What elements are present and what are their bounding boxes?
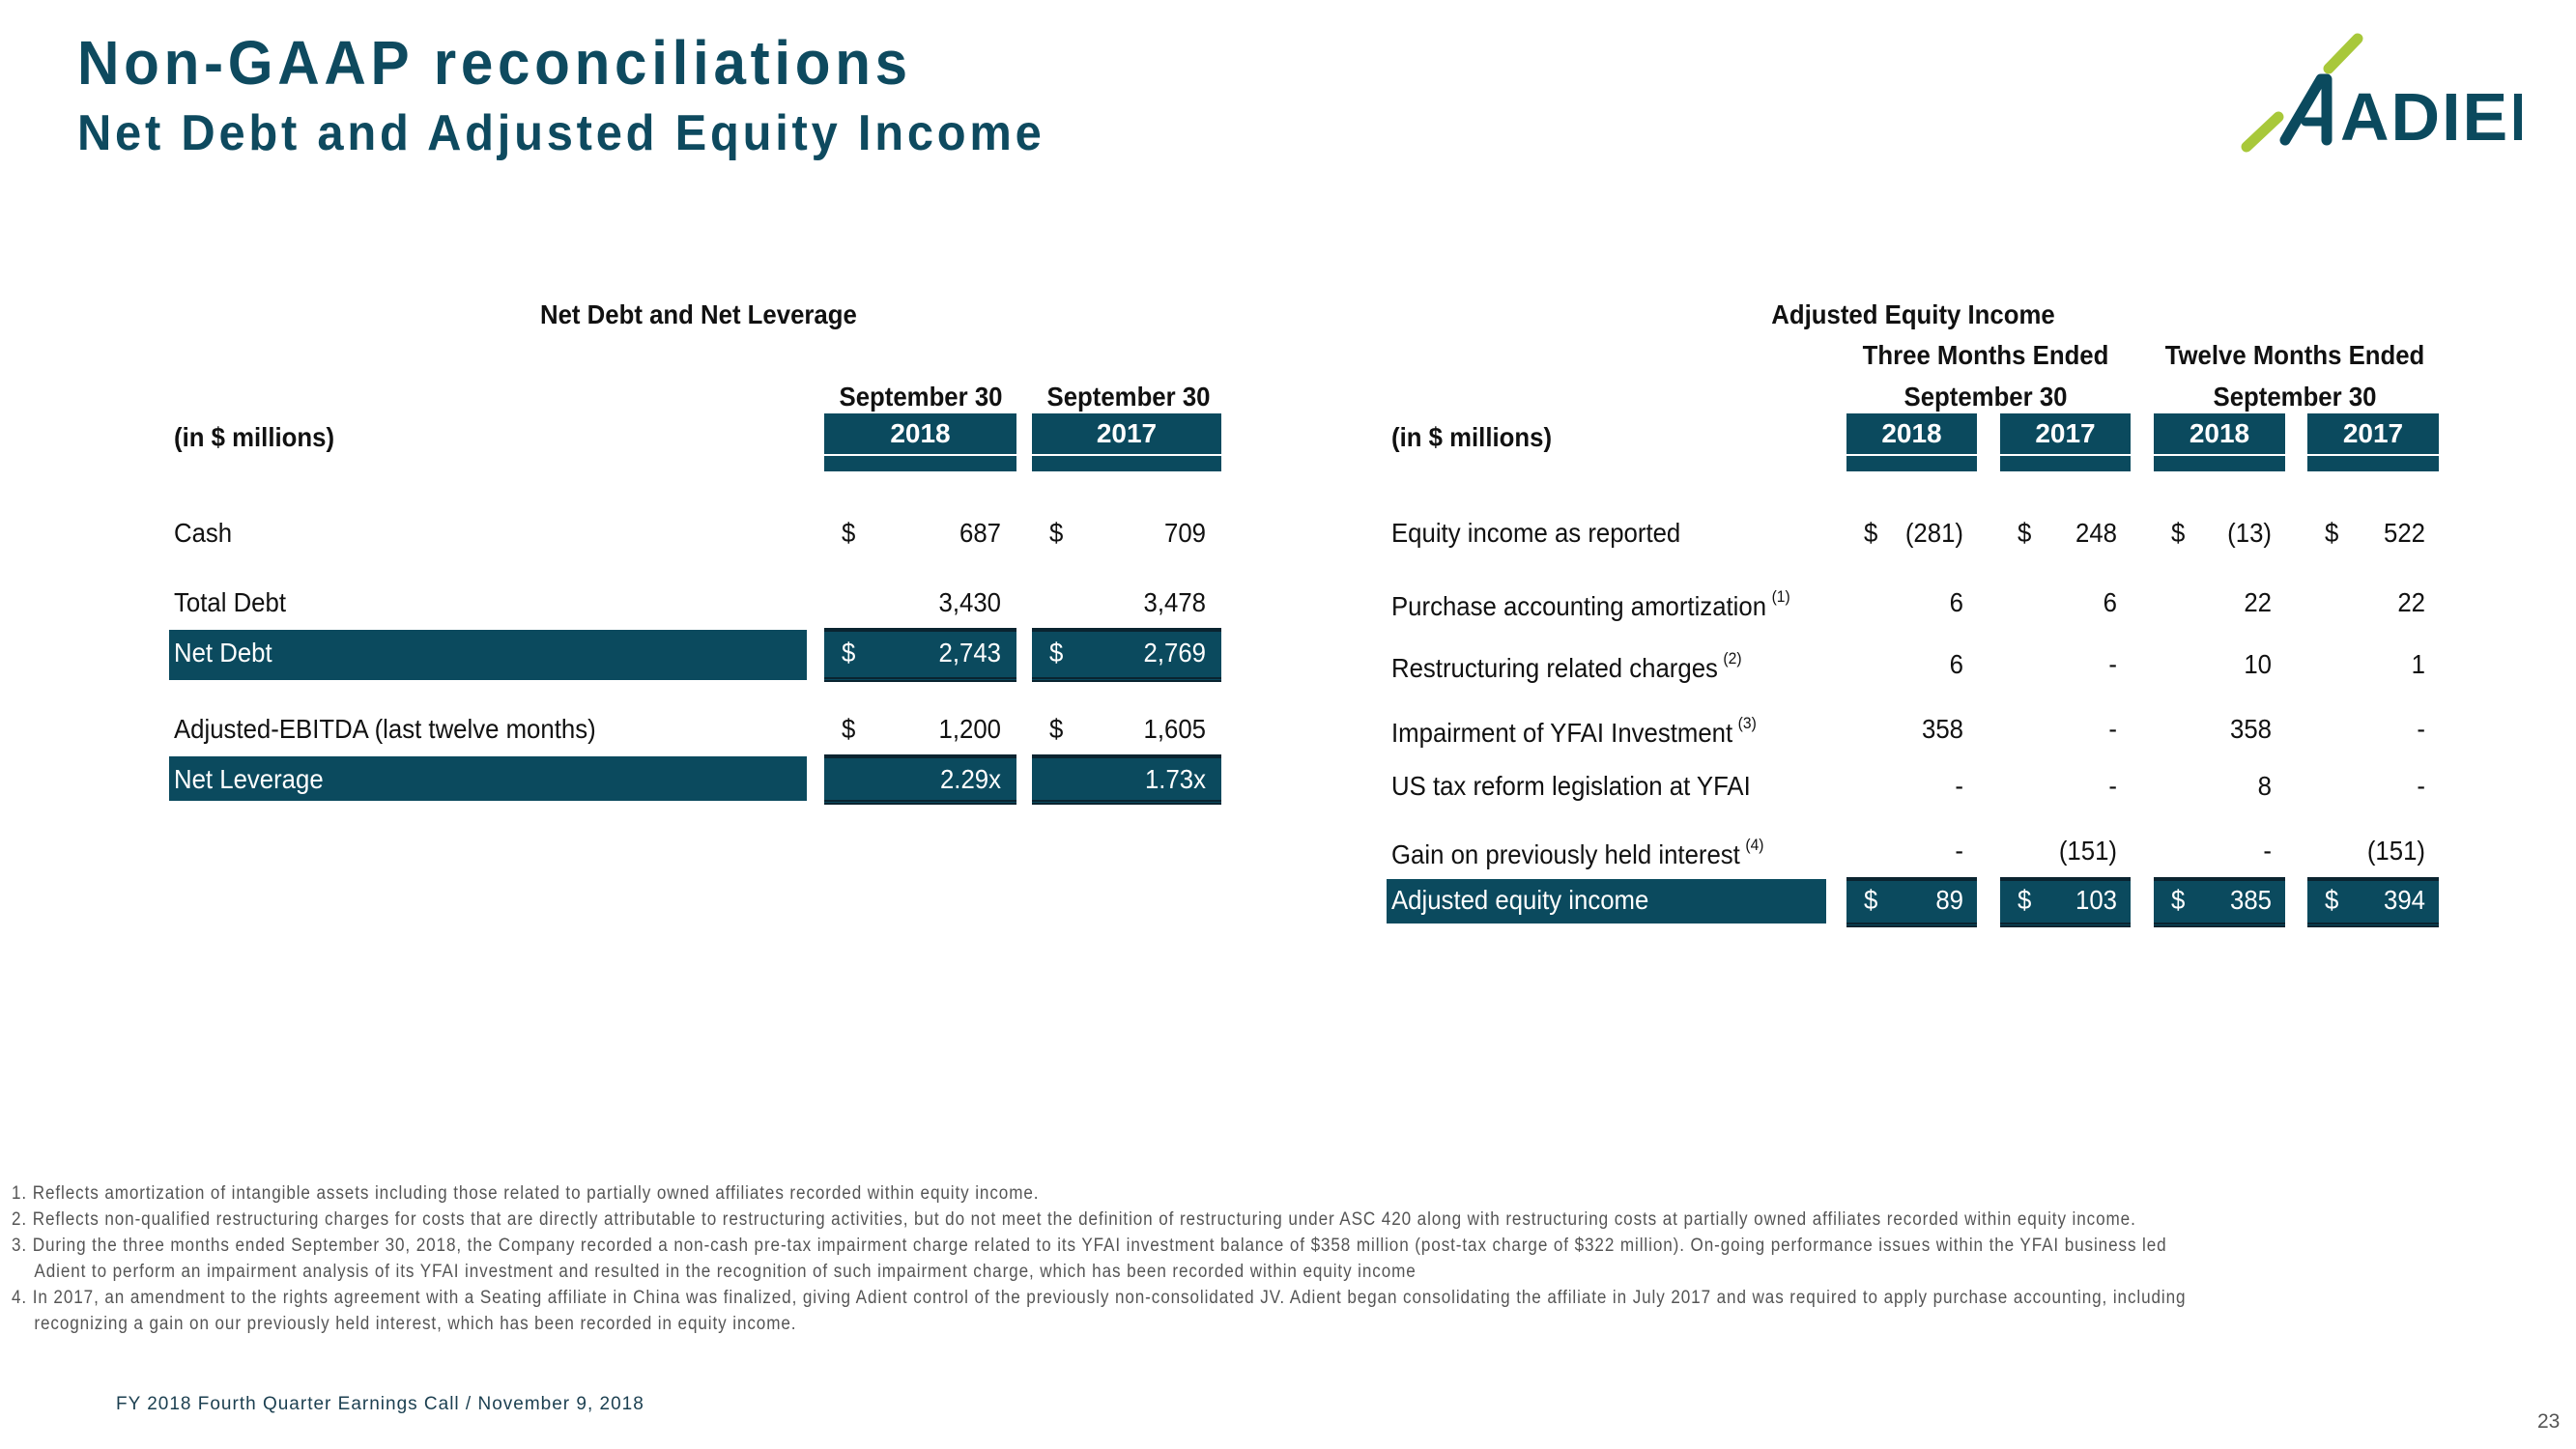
cell-value: 1 [2411, 649, 2425, 679]
logo-wordmark: ADIENT [2340, 79, 2522, 155]
equity-income-units-label: (in $ millions) [1391, 422, 1553, 452]
cell-value: 3,478 [1143, 587, 1206, 617]
row-label: Equity income as reported [1391, 518, 1680, 549]
row-label: Gain on previously held interest (4) [1391, 836, 1763, 870]
cell-value: - [1955, 836, 1963, 866]
row-label: Net Debt [174, 638, 272, 668]
ei-col-header-3m-2017: 2017 [2000, 413, 2131, 471]
footnote-2: 2. Reflects non-qualified restructuring … [12, 1209, 2136, 1230]
cell-value: 1.73x [1144, 764, 1206, 794]
cell-value: 103 [2075, 885, 2117, 915]
footnote-ref: (3) [1737, 714, 1757, 732]
row-label: Total Debt [174, 587, 286, 617]
row-label-text: US tax reform legislation at YFAI [1391, 771, 1751, 801]
row-label-text: Impairment of YFAI Investment [1391, 718, 1733, 748]
row-label: Purchase accounting amortization (1) [1391, 587, 1790, 622]
cell-value: 3,430 [938, 587, 1001, 617]
footnote-ref: (2) [1723, 649, 1742, 668]
cell-value: (13) [2227, 518, 2272, 548]
net-debt-col-header-2018: 2018 [824, 413, 1016, 471]
year-label: 2018 [1846, 413, 1977, 454]
cell-value: 1,605 [1143, 714, 1206, 744]
row-label-text: Equity income as reported [1391, 518, 1681, 548]
cell-value: 385 [2230, 885, 2272, 915]
cell-value: 10 [2244, 649, 2272, 679]
cell-value: 709 [1164, 518, 1206, 548]
row-label: Impairment of YFAI Investment (3) [1391, 714, 1757, 749]
year-label: 2017 [1032, 413, 1221, 454]
equity-income-table-title: Adjusted Equity Income [1771, 299, 2055, 329]
row-label-text: Purchase accounting amortization [1391, 591, 1767, 621]
footer-event-label: FY 2018 Fourth Quarter Earnings Call / N… [116, 1394, 644, 1414]
net-debt-col-period-2018: September 30 [839, 382, 1003, 412]
cell-value: - [2417, 714, 2425, 744]
cell-value: - [2417, 771, 2425, 801]
cell-value: 358 [2230, 714, 2272, 744]
cell-value: 248 [2075, 518, 2117, 548]
group-header-three-months: Three Months Ended [1862, 340, 2109, 370]
row-label: US tax reform legislation at YFAI [1391, 771, 1751, 802]
cell-value: 6 [1949, 649, 1963, 679]
year-label: 2017 [2307, 413, 2439, 454]
cell-value: 2,743 [938, 638, 1001, 668]
footnote-3-continued: Adient to perform an impairment analysis… [34, 1262, 1417, 1282]
cell-value: 358 [1922, 714, 1963, 744]
cell-value: (281) [1904, 518, 1963, 548]
adient-logo: ADIENT [2213, 29, 2576, 164]
row-label-text: Gain on previously held interest [1391, 839, 1740, 869]
row-label: Restructuring related charges (2) [1391, 649, 1742, 684]
ei-col-header-12m-2018: 2018 [2154, 413, 2285, 471]
row-label: Adjusted-EBITDA (last twelve months) [174, 714, 596, 744]
cell-value: 6 [2103, 587, 2117, 617]
cell-value: 2.29x [939, 764, 1001, 794]
cell-value: 8 [2257, 771, 2272, 801]
cell-value: (151) [2366, 836, 2425, 866]
net-debt-col-header-2017: 2017 [1032, 413, 1221, 471]
cell-value: - [2108, 649, 2117, 679]
group-header-twelve-months: Twelve Months Ended [2164, 340, 2425, 370]
net-debt-table-title: Net Debt and Net Leverage [540, 299, 857, 329]
adient-logo-icon: ADIENT [2241, 33, 2576, 155]
net-debt-units-label: (in $ millions) [174, 422, 335, 452]
cell-value: 687 [959, 518, 1001, 548]
footnote-4: 4. In 2017, an amendment to the rights a… [12, 1288, 2187, 1308]
net-debt-col-period-2017: September 30 [1046, 382, 1211, 412]
row-label: Adjusted equity income [1391, 885, 1649, 915]
ei-col-header-12m-2017: 2017 [2307, 413, 2439, 471]
page-title: Non-GAAP reconciliations [77, 28, 912, 98]
ei-col-header-3m-2018: 2018 [1846, 413, 1977, 471]
cell-value: (151) [2058, 836, 2117, 866]
cell-value: - [2108, 771, 2117, 801]
row-label: Cash [174, 518, 233, 548]
row-label: Net Leverage [174, 764, 324, 794]
group-period-twelve-months: September 30 [2213, 382, 2377, 412]
footnote-ref: (1) [1771, 587, 1790, 606]
cell-value: - [2108, 714, 2117, 744]
page-subtitle: Net Debt and Adjusted Equity Income [77, 105, 1045, 161]
cell-value: 394 [2384, 885, 2425, 915]
footnote-ref: (4) [1745, 836, 1764, 854]
cell-value: 1,200 [938, 714, 1001, 744]
cell-value: 522 [2384, 518, 2425, 548]
year-label: 2018 [2154, 413, 2285, 454]
cell-value: - [2263, 836, 2272, 866]
footnote-1: 1. Reflects amortization of intangible a… [12, 1183, 1040, 1204]
cell-value: 22 [2397, 587, 2425, 617]
group-period-three-months: September 30 [1903, 382, 2068, 412]
footnote-4-continued: recognizing a gain on our previously hel… [34, 1314, 797, 1334]
cell-value: - [1955, 771, 1963, 801]
cell-value: 2,769 [1143, 638, 1206, 668]
year-label: 2018 [824, 413, 1016, 454]
page-number: 23 [2537, 1410, 2561, 1433]
cell-value: 89 [1935, 885, 1963, 915]
row-label-text: Restructuring related charges [1391, 653, 1718, 683]
footnote-3: 3. During the three months ended Septemb… [12, 1236, 2167, 1256]
cell-value: 22 [2244, 587, 2272, 617]
footnotes: 1. Reflects amortization of intangible a… [12, 1180, 2307, 1337]
cell-value: 6 [1949, 587, 1963, 617]
year-label: 2017 [2000, 413, 2131, 454]
